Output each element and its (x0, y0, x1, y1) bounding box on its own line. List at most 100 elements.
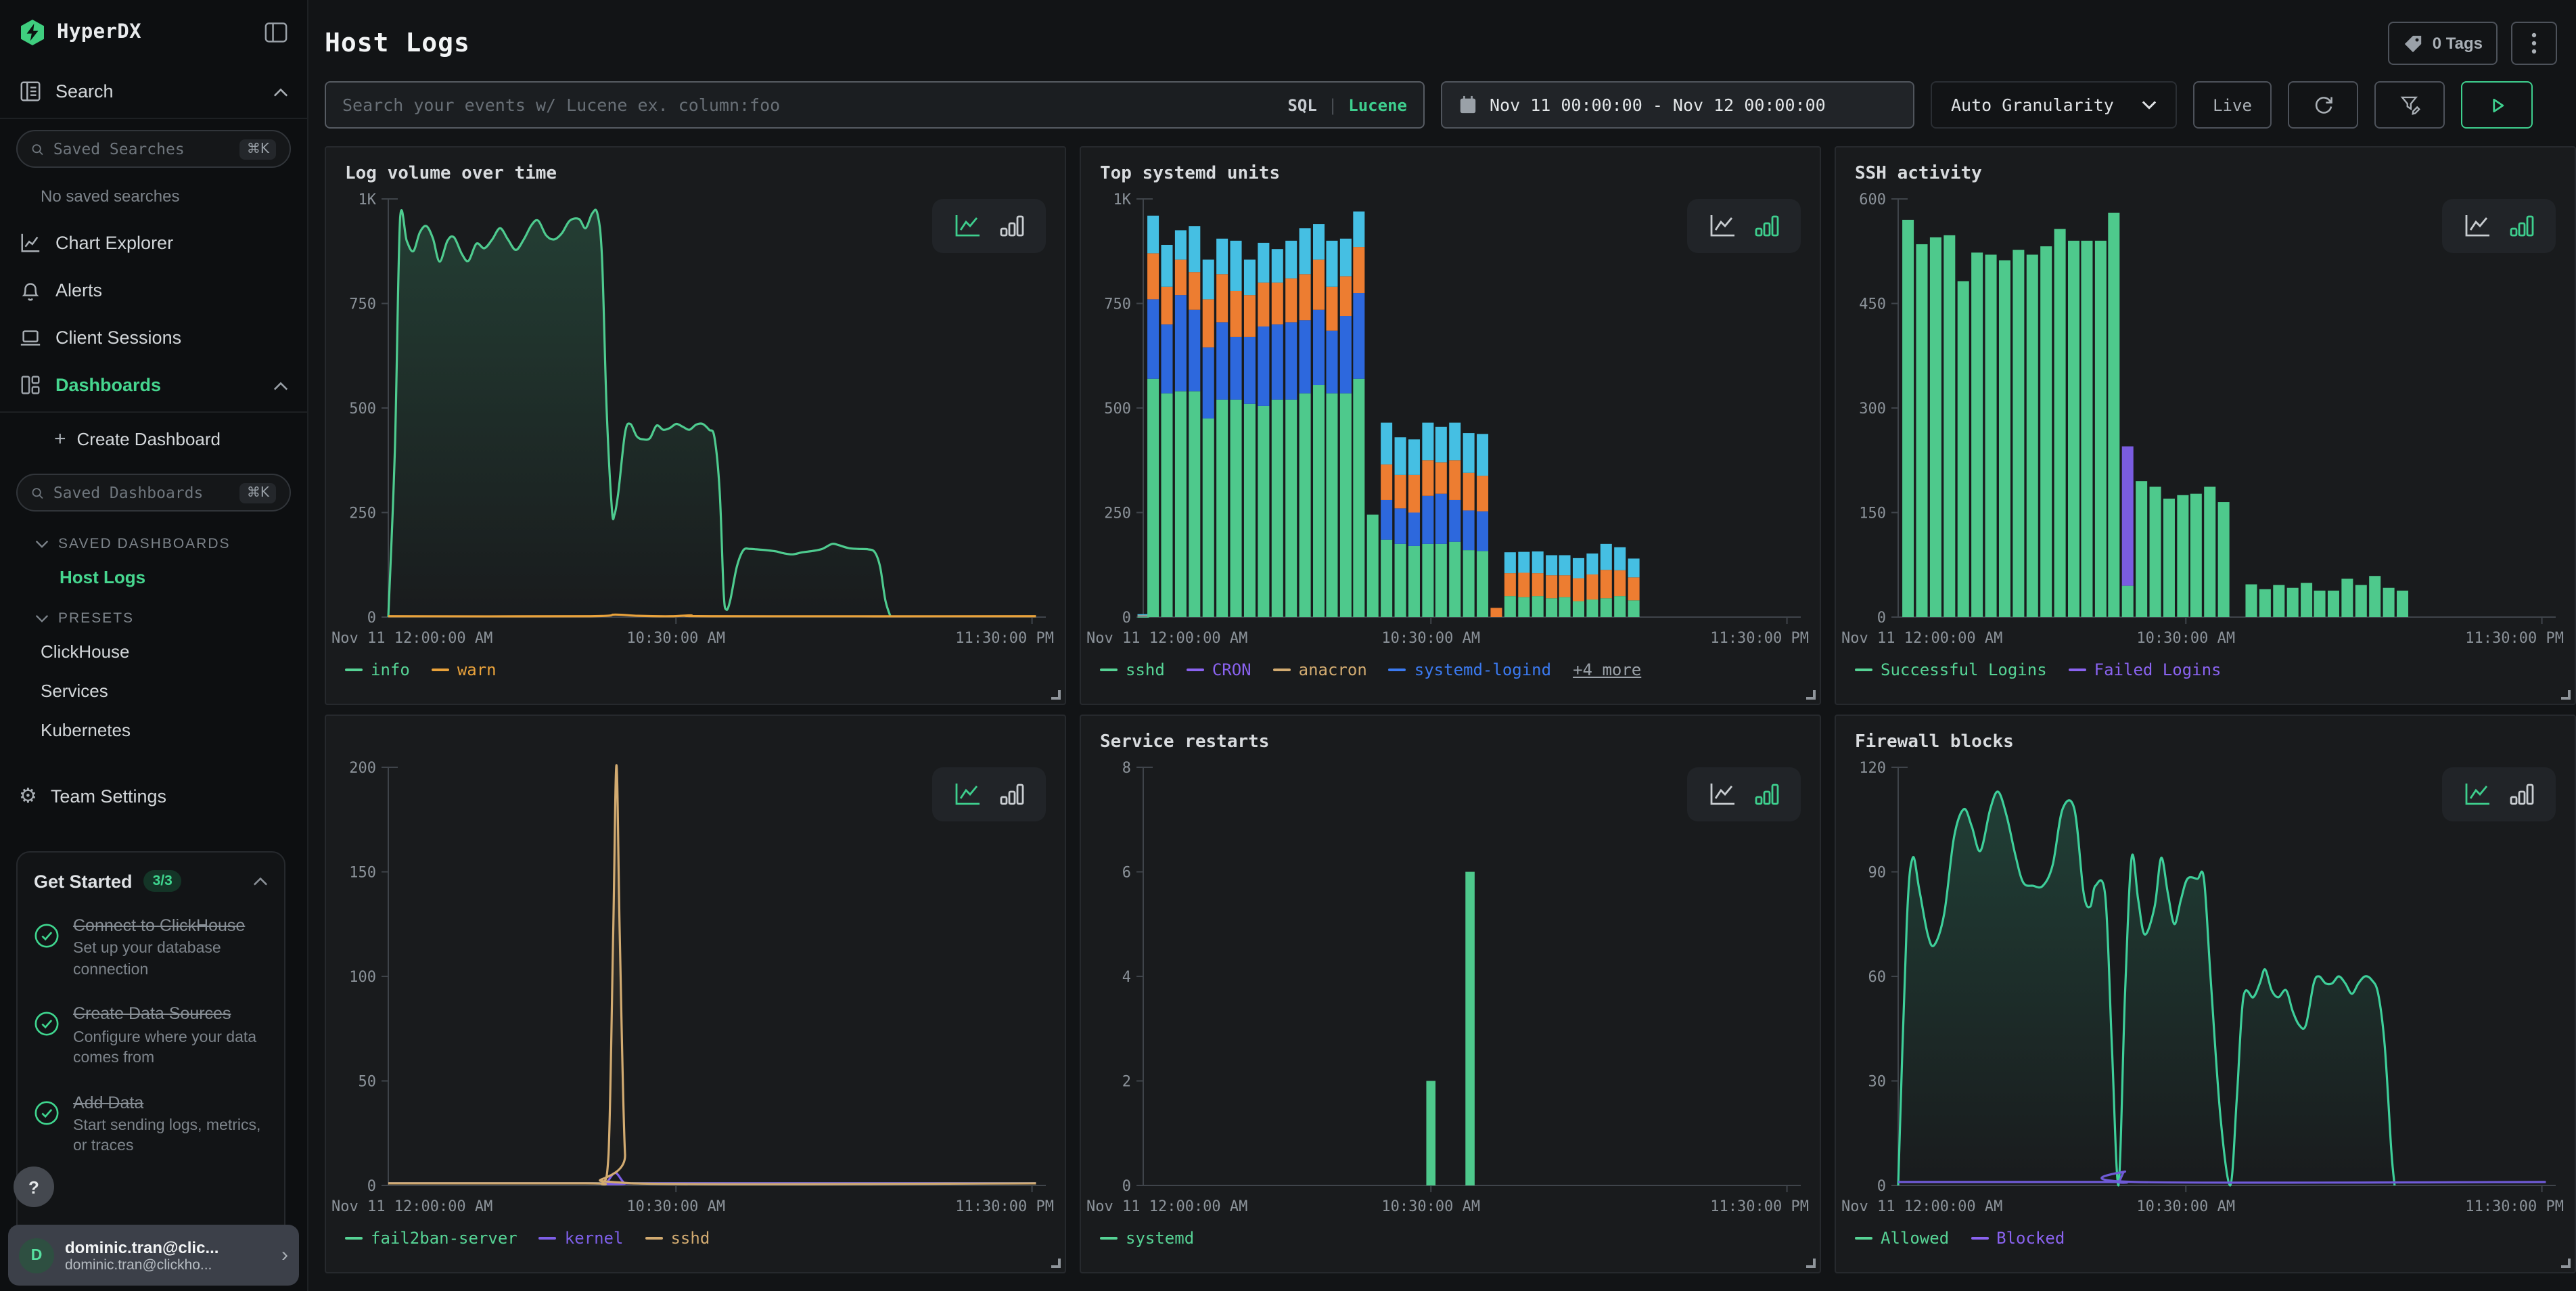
step-desc: Start sending logs, metrics, or traces (73, 1116, 268, 1158)
legend-swatch (2069, 669, 2086, 671)
legend-more-link[interactable]: +4 more (1573, 660, 1641, 679)
sidebar-item-team-settings[interactable]: ⚙ Team Settings (0, 774, 307, 819)
tags-button[interactable]: 0 Tags (2388, 22, 2498, 65)
panel-resize-handle[interactable] (1806, 1259, 1816, 1268)
calendar-icon (1458, 95, 1477, 115)
line-chart-view-icon[interactable] (952, 212, 982, 240)
tags-label: 0 Tags (2433, 34, 2483, 53)
legend-item[interactable]: Allowed (1855, 1229, 1949, 1248)
svg-text:500: 500 (349, 401, 376, 417)
check-circle-icon (34, 1012, 60, 1037)
get-started-step-add-data[interactable]: Add Data Start sending logs, metrics, or… (34, 1091, 268, 1158)
line-chart-view-icon[interactable] (1707, 212, 1737, 240)
chevron-up-icon[interactable] (273, 81, 288, 101)
page-title: Host Logs (325, 28, 470, 58)
event-search-input[interactable] (342, 95, 1287, 115)
event-search-box[interactable]: SQL | Lucene (325, 81, 1425, 129)
legend-item[interactable]: Blocked (1971, 1229, 2065, 1248)
sidebar-collapse-icon[interactable] (264, 22, 288, 43)
chart-plot[interactable]: 0150300450600Nov 11 12:00:00 AM10:30:00 … (1836, 188, 2575, 655)
refresh-icon (2312, 93, 2334, 116)
svg-text:60: 60 (1868, 969, 1887, 986)
svg-text:10:30:00 AM: 10:30:00 AM (626, 630, 725, 647)
bar-chart-view-icon[interactable] (998, 781, 1026, 808)
panel-menu-button[interactable] (2511, 22, 2557, 65)
chevron-up-icon[interactable] (273, 375, 288, 395)
chart-plot[interactable]: 050100150200Nov 11 12:00:00 AM10:30:00 A… (326, 756, 1065, 1223)
saved-dashboards-input[interactable] (53, 483, 231, 502)
legend-item[interactable]: kernel (539, 1229, 624, 1248)
legend-item[interactable]: warn (432, 660, 497, 679)
panel-resize-handle[interactable] (2561, 690, 2571, 700)
sidebar-item-label: Alerts (55, 280, 102, 300)
sidebar-item-client-sessions[interactable]: Client Sessions (0, 314, 307, 361)
section-presets[interactable]: PRESETS (0, 597, 307, 632)
panel-resize-handle[interactable] (2561, 1259, 2571, 1268)
sql-mode-toggle[interactable]: SQL (1287, 95, 1316, 114)
panel-resize-handle[interactable] (1051, 1259, 1061, 1268)
sidebar-item-chart-explorer[interactable]: Chart Explorer (0, 219, 307, 267)
legend-item[interactable]: sshd (645, 1229, 710, 1248)
help-button[interactable]: ? (14, 1167, 54, 1207)
no-saved-searches-note: No saved searches (0, 179, 307, 219)
saved-searches-input[interactable] (53, 139, 231, 158)
refresh-button[interactable] (2288, 81, 2358, 129)
line-chart-view-icon[interactable] (2462, 781, 2492, 808)
date-range-picker[interactable]: Nov 11 00:00:00 - Nov 12 00:00:00 (1441, 81, 1914, 129)
bar-chart-view-icon[interactable] (998, 212, 1026, 240)
create-dashboard-button[interactable]: + Create Dashboard (0, 415, 307, 463)
saved-dashboard-host-logs[interactable]: Host Logs (0, 558, 307, 597)
legend-item[interactable]: Failed Logins (2069, 660, 2222, 679)
legend-item[interactable]: anacron (1273, 660, 1367, 679)
legend-item[interactable]: Successful Logins (1855, 660, 2047, 679)
panel-resize-handle[interactable] (1051, 690, 1061, 700)
panel-resize-handle[interactable] (1806, 690, 1816, 700)
legend-item[interactable]: sshd (1100, 660, 1165, 679)
get-started-step-sources[interactable]: Create Data Sources Configure where your… (34, 1003, 268, 1070)
legend-item[interactable]: fail2ban-server (345, 1229, 518, 1248)
divider (0, 118, 307, 119)
saved-searches-search[interactable]: ⌘K (16, 130, 291, 168)
legend-swatch (1855, 669, 1872, 671)
chart-plot[interactable]: 0306090120Nov 11 12:00:00 AM10:30:00 AM1… (1836, 756, 2575, 1223)
chart-plot[interactable]: 02505007501KNov 11 12:00:00 AM10:30:00 A… (326, 188, 1065, 655)
line-chart-view-icon[interactable] (1707, 781, 1737, 808)
legend-item[interactable]: CRON (1187, 660, 1251, 679)
saved-dashboards-search[interactable]: ⌘K (16, 474, 291, 512)
bar-chart-view-icon[interactable] (2508, 781, 2535, 808)
get-started-card: Get Started 3/3 Connect to ClickHouse Se… (16, 851, 285, 1249)
chart-plot[interactable]: 02468Nov 11 12:00:00 AM10:30:00 AM11:30:… (1081, 756, 1820, 1223)
run-query-button[interactable] (2461, 81, 2533, 129)
live-button[interactable]: Live (2193, 81, 2272, 129)
line-chart-view-icon[interactable] (2462, 212, 2492, 240)
granularity-select[interactable]: Auto Granularity (1931, 81, 2177, 129)
preset-clickhouse[interactable]: ClickHouse (0, 632, 307, 671)
chevron-up-icon[interactable] (253, 869, 268, 893)
chart-plot[interactable]: 02505007501KNov 11 12:00:00 AM10:30:00 A… (1081, 188, 1820, 655)
preset-services[interactable]: Services (0, 671, 307, 710)
bar-chart-view-icon[interactable] (2508, 212, 2535, 240)
sidebar-item-alerts[interactable]: Alerts (0, 267, 307, 314)
lucene-mode-toggle[interactable]: Lucene (1348, 95, 1407, 114)
preset-kubernetes[interactable]: Kubernetes (0, 710, 307, 750)
legend-item[interactable]: info (345, 660, 410, 679)
get-started-title: Get Started (34, 871, 133, 891)
filter-button[interactable] (2374, 81, 2445, 129)
svg-text:Nov 11 12:00:00 AM: Nov 11 12:00:00 AM (1086, 630, 1247, 647)
section-saved-dashboards[interactable]: SAVED DASHBOARDS (0, 522, 307, 558)
bar-chart-view-icon[interactable] (1753, 212, 1780, 240)
sidebar-item-search[interactable]: Search (0, 68, 307, 115)
bar-chart-view-icon[interactable] (1753, 781, 1780, 808)
play-icon (2487, 95, 2506, 114)
step-desc: Set up your database connection (73, 940, 268, 982)
line-chart-view-icon[interactable] (952, 781, 982, 808)
legend-item[interactable]: systemd (1100, 1229, 1194, 1248)
kebab-menu-icon (2531, 32, 2537, 54)
user-menu[interactable]: D dominic.tran@clic... dominic.tran@clic… (8, 1225, 299, 1286)
chevron-down-icon (35, 540, 49, 548)
sidebar-item-dashboards[interactable]: Dashboards (0, 361, 307, 409)
legend-item[interactable]: systemd-logind (1389, 660, 1551, 679)
get-started-step-connect[interactable]: Connect to ClickHouse Set up your databa… (34, 915, 268, 982)
sidebar: HyperDX Search ⌘K (0, 0, 308, 1291)
chart-legend: info warn (326, 655, 1065, 679)
